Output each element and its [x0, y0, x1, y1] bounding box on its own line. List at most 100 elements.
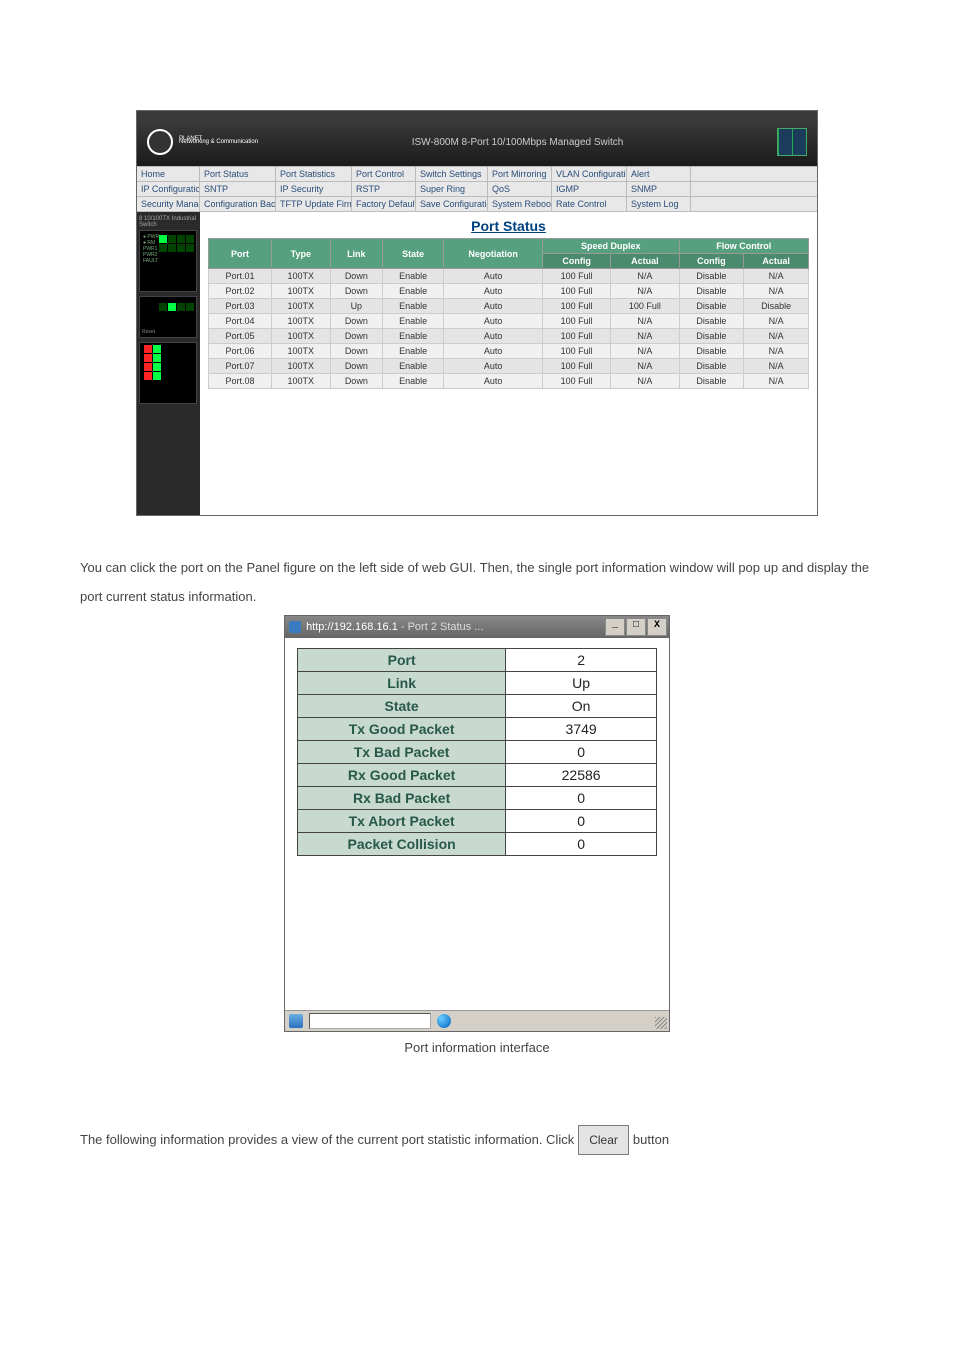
cell-fc_cfg: Disable [679, 314, 744, 329]
table-row: Port.08100TXDownEnableAuto100 FullN/ADis… [209, 374, 809, 389]
cell-state: Enable [383, 299, 444, 314]
cell-state: Enable [383, 344, 444, 359]
info-key: Link [298, 672, 506, 695]
table-row: Port.03100TXUpEnableAuto100 Full100 Full… [209, 299, 809, 314]
cell-fc_act: N/A [744, 374, 809, 389]
close-button[interactable]: X [647, 618, 667, 636]
cell-sd_cfg: 100 Full [543, 374, 611, 389]
nav-link[interactable]: System Log [627, 197, 691, 211]
resize-grip[interactable] [655, 1017, 667, 1029]
app-header: PLANET Networking & Communication ISW-80… [137, 118, 817, 166]
cell-sd_cfg: 100 Full [543, 314, 611, 329]
port-leds[interactable] [159, 235, 194, 252]
device-panel-1[interactable]: ● PWR● RMPWR1PWR2FAULT [139, 230, 197, 292]
info-row: LinkUp [298, 672, 657, 695]
info-row: Tx Bad Packet0 [298, 741, 657, 764]
info-value: On [506, 695, 657, 718]
cell-sd_cfg: 100 Full [543, 359, 611, 374]
nav-link[interactable]: System Reboot [488, 197, 552, 211]
cell-state: Enable [383, 314, 444, 329]
nav-link[interactable]: RSTP [352, 182, 416, 196]
sidebar-title: 8 10/100TX Industrial Switch [139, 216, 198, 228]
col-type: Type [271, 239, 330, 269]
device-panel-3[interactable] [139, 342, 197, 404]
maximize-button[interactable]: □ [626, 618, 646, 636]
cell-sd_cfg: 100 Full [543, 344, 611, 359]
cell-link: Down [330, 269, 382, 284]
cell-state: Enable [383, 269, 444, 284]
info-row: Rx Bad Packet0 [298, 787, 657, 810]
ie-status-icon [289, 1014, 303, 1028]
nav-link[interactable]: Factory Default [352, 197, 416, 211]
col-fc-actual: Actual [744, 254, 809, 269]
nav-link[interactable]: SNTP [200, 182, 276, 196]
clear-button[interactable]: Clear [578, 1125, 629, 1155]
info-value: 0 [506, 787, 657, 810]
nav-link[interactable]: Port Mirroring [488, 167, 552, 181]
nav-link[interactable]: IGMP [552, 182, 627, 196]
col-flow-control: Flow Control [679, 239, 808, 254]
info-key: Rx Good Packet [298, 764, 506, 787]
nav-link[interactable]: Alert [627, 167, 691, 181]
device-panel-sidebar[interactable]: 8 10/100TX Industrial Switch ● PWR● RMPW… [137, 212, 200, 515]
cell-port: Port.03 [209, 299, 272, 314]
device-panel-2[interactable]: Reset [139, 296, 197, 338]
nav-link[interactable]: SNMP [627, 182, 691, 196]
col-fc-config: Config [679, 254, 744, 269]
cell-fc_act: N/A [744, 269, 809, 284]
nav-link[interactable]: TFTP Update Firmware [276, 197, 352, 211]
nav-link[interactable]: Port Control [352, 167, 416, 181]
nav-link[interactable]: Rate Control [552, 197, 627, 211]
page-title: Port Status [208, 218, 809, 234]
nav-link[interactable]: Port Status [200, 167, 276, 181]
brand-sub: Networking & Communication [179, 139, 258, 145]
nav-link[interactable]: Save Configuration [416, 197, 488, 211]
cell-type: 100TX [271, 299, 330, 314]
nav-link[interactable]: Super Ring [416, 182, 488, 196]
cell-port: Port.05 [209, 329, 272, 344]
cell-state: Enable [383, 329, 444, 344]
cell-sd_act: N/A [611, 314, 679, 329]
nav-link[interactable]: Switch Settings [416, 167, 488, 181]
cell-state: Enable [383, 374, 444, 389]
nav-link[interactable]: VLAN Configuration [552, 167, 627, 181]
cell-state: Enable [383, 284, 444, 299]
cell-sd_cfg: 100 Full [543, 269, 611, 284]
reset-label: Reset [142, 329, 155, 335]
popup-caption: Port information interface [80, 1040, 874, 1055]
port-info-table: Port2LinkUpStateOnTx Good Packet3749Tx B… [297, 648, 657, 856]
table-row: Port.01100TXDownEnableAuto100 FullN/ADis… [209, 269, 809, 284]
popup-title-rest: - Port 2 Status ... [398, 621, 484, 633]
port-status-screenshot: PLANET Networking & Communication ISW-80… [136, 110, 818, 516]
table-row: Port.02100TXDownEnableAuto100 FullN/ADis… [209, 284, 809, 299]
col-speed-duplex: Speed Duplex [543, 239, 679, 254]
cell-sd_cfg: 100 Full [543, 284, 611, 299]
header-device-icon [777, 128, 807, 156]
col-sd-actual: Actual [611, 254, 679, 269]
nav-link [691, 182, 752, 196]
info-value: Up [506, 672, 657, 695]
info-key: Port [298, 649, 506, 672]
cell-fc_cfg: Disable [679, 344, 744, 359]
minimize-button[interactable]: _ [605, 618, 625, 636]
nav-link[interactable]: Security Manager [137, 197, 200, 211]
cell-fc_cfg: Disable [679, 269, 744, 284]
cell-port: Port.01 [209, 269, 272, 284]
para2-text-b: button [633, 1127, 669, 1153]
nav-link[interactable]: Port Statistics [276, 167, 352, 181]
nav-link[interactable]: IP Security [276, 182, 352, 196]
nav-link[interactable]: Home [137, 167, 200, 181]
app-title: ISW-800M 8-Port 10/100Mbps Managed Switc… [412, 137, 624, 148]
cell-sd_cfg: 100 Full [543, 329, 611, 344]
cell-sd_act: N/A [611, 269, 679, 284]
cell-link: Down [330, 359, 382, 374]
cell-sd_cfg: 100 Full [543, 299, 611, 314]
nav-link[interactable]: QoS [488, 182, 552, 196]
info-row: Rx Good Packet22586 [298, 764, 657, 787]
logo-icon [147, 129, 173, 155]
cell-port: Port.02 [209, 284, 272, 299]
nav-link[interactable]: IP Configuration [137, 182, 200, 196]
nav-link[interactable]: Configuration Backup [200, 197, 276, 211]
cell-neg: Auto [444, 329, 543, 344]
cell-sd_act: N/A [611, 359, 679, 374]
